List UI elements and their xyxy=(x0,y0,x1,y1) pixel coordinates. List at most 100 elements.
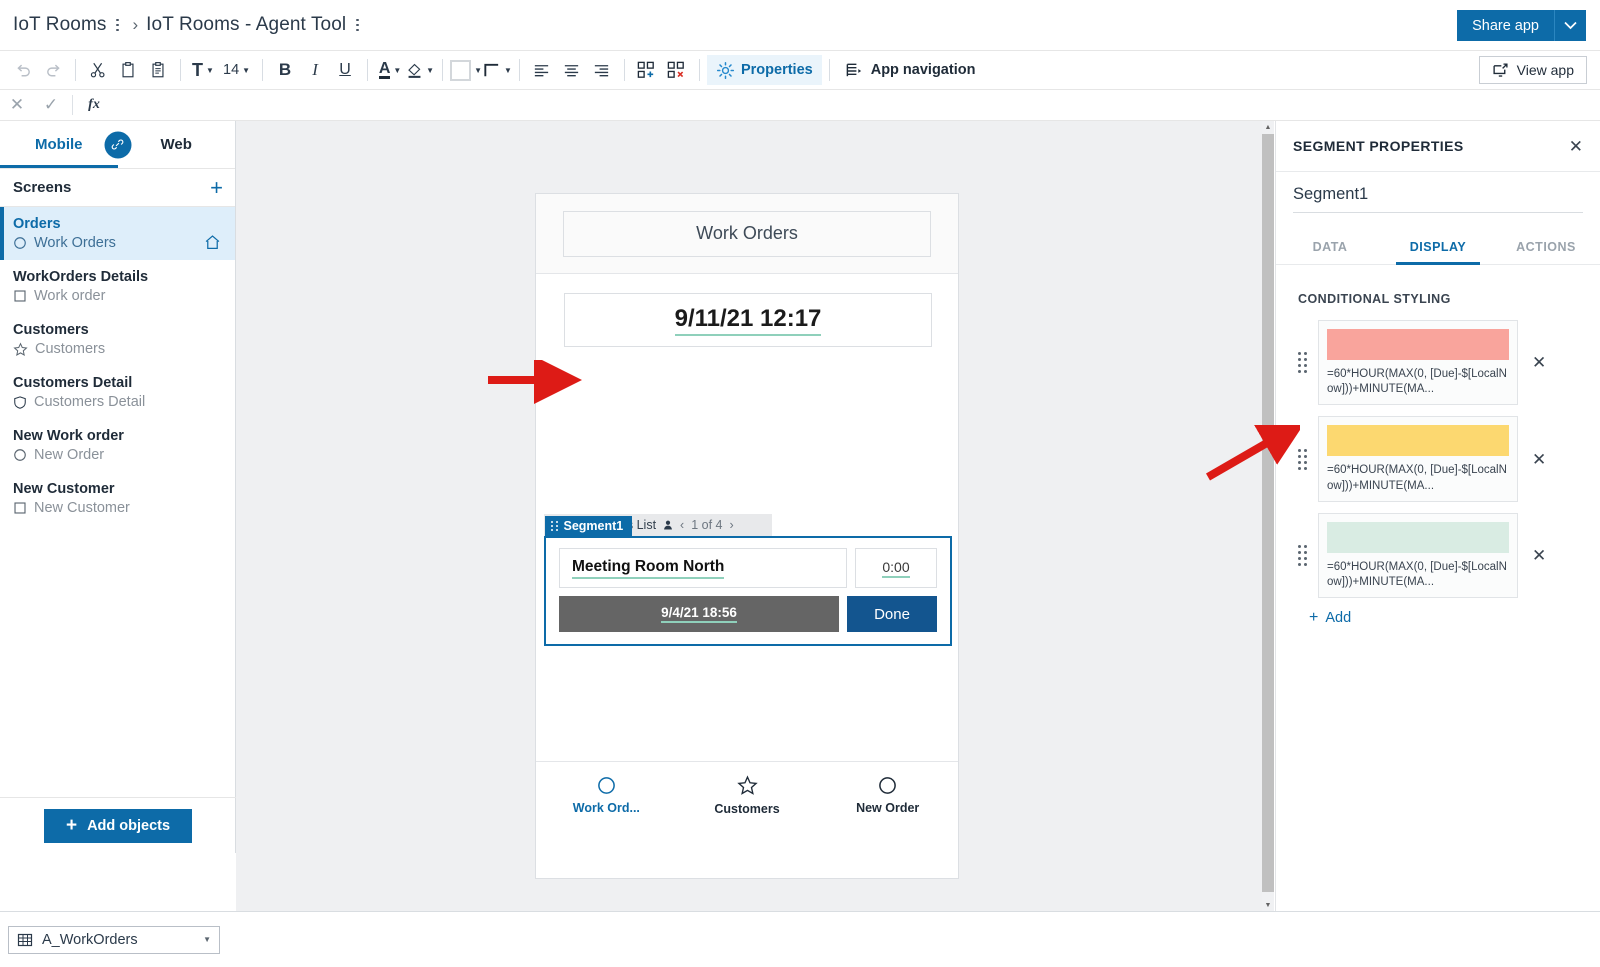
sidebar-item-customers-detail[interactable]: Customers Detail Customers Detail xyxy=(0,366,235,419)
sidebar-item-new-customer[interactable]: New Customer New Customer xyxy=(0,472,235,525)
breadcrumb-app-menu-icon[interactable] xyxy=(108,13,126,37)
plus-icon: + xyxy=(65,815,78,836)
align-center-button[interactable] xyxy=(557,55,587,85)
segment-drag-handle[interactable] xyxy=(551,521,558,531)
cut-button[interactable] xyxy=(83,55,113,85)
gallery-prev-button[interactable]: ‹ xyxy=(680,518,684,532)
tab-web[interactable]: Web xyxy=(118,121,236,168)
scrollbar-thumb[interactable] xyxy=(1262,134,1274,892)
redo-button[interactable] xyxy=(38,55,68,85)
segment-selection-tag[interactable]: Segment1 xyxy=(545,516,633,536)
rule-color-swatch[interactable] xyxy=(1327,521,1509,553)
component-name-input[interactable] xyxy=(1293,185,1583,213)
rule-color-swatch[interactable] xyxy=(1327,425,1509,457)
screens-title: Screens xyxy=(13,179,72,196)
font-size-button[interactable]: 14 ▼ xyxy=(218,55,255,85)
formula-cancel-icon[interactable]: ✕ xyxy=(0,90,34,120)
screens-list: Orders Work Orders WorkOrders Details Wo… xyxy=(0,207,235,525)
fill-color-button[interactable]: ▼ xyxy=(405,55,435,85)
paste-button[interactable] xyxy=(143,55,173,85)
date-display-field[interactable]: 9/11/21 12:17 xyxy=(564,293,932,347)
bold-button[interactable]: B xyxy=(270,55,300,85)
phone-tab-customers[interactable]: Customers xyxy=(677,775,818,816)
segment-properties-panel: SEGMENT PROPERTIES ✕ DATA DISPLAY ACTION… xyxy=(1275,121,1600,911)
rule-drag-handle[interactable] xyxy=(1298,544,1307,566)
room-name-field[interactable]: Meeting Room North xyxy=(559,548,847,588)
sidebar-item-new-work-order[interactable]: New Work order New Order xyxy=(0,419,235,472)
remove-rule-icon[interactable]: ✕ xyxy=(1532,547,1546,564)
underline-label: U xyxy=(339,61,351,78)
rule-drag-handle[interactable] xyxy=(1298,352,1307,374)
toolbar-divider xyxy=(623,59,625,81)
remove-rule-icon[interactable]: ✕ xyxy=(1532,451,1546,468)
tab-actions[interactable]: ACTIONS xyxy=(1492,231,1600,264)
chevron-down-icon: ▼ xyxy=(242,65,251,75)
conditional-rule-card[interactable]: =60*HOUR(MAX(0, [Due]-$[LocalNow]))+MINU… xyxy=(1318,416,1518,502)
border-style-button[interactable]: ▼ xyxy=(482,55,512,85)
undo-button[interactable] xyxy=(8,55,38,85)
gallery-next-button[interactable]: › xyxy=(730,518,734,532)
link-platforms-button[interactable] xyxy=(104,131,131,158)
data-source-select[interactable]: A_WorkOrders ▼ xyxy=(8,925,220,954)
phone-tab-label: Work Ord... xyxy=(572,801,640,815)
italic-button[interactable]: I xyxy=(300,55,330,85)
app-navigation-button[interactable]: App navigation xyxy=(837,55,984,85)
breadcrumb-page-name[interactable]: IoT Rooms - Agent Tool xyxy=(146,14,346,36)
breadcrumb-separator: › xyxy=(132,15,139,34)
delete-component-button[interactable] xyxy=(662,55,692,85)
breadcrumb-app-name[interactable]: IoT Rooms xyxy=(13,14,106,36)
tab-display[interactable]: DISPLAY xyxy=(1384,231,1492,265)
sidebar-item-orders[interactable]: Orders Work Orders xyxy=(0,207,235,260)
home-glyph xyxy=(205,235,220,249)
bottom-status-bar: A_WorkOrders ▼ xyxy=(0,911,1600,967)
gallery-pager: ‹ 1 of 4 › xyxy=(680,518,734,532)
add-rule-button[interactable]: + Add xyxy=(1276,610,1600,627)
breadcrumb-page-menu-icon[interactable] xyxy=(348,13,366,37)
add-component-icon xyxy=(638,61,655,78)
conditional-rule-card[interactable]: =60*HOUR(MAX(0, [Due]-$[LocalNow]))+MINU… xyxy=(1318,512,1518,599)
chevron-down-icon[interactable]: ▼ xyxy=(203,935,211,944)
close-icon[interactable]: ✕ xyxy=(1569,138,1583,155)
border-color-button[interactable]: ▼ xyxy=(450,55,482,85)
view-app-button[interactable]: View app xyxy=(1478,56,1587,84)
add-component-button[interactable] xyxy=(632,55,662,85)
align-left-button[interactable] xyxy=(527,55,557,85)
formula-accept-icon[interactable]: ✓ xyxy=(34,90,68,120)
align-right-button[interactable] xyxy=(587,55,617,85)
fx-icon[interactable]: fx xyxy=(77,90,111,120)
sidebar-item-customers[interactable]: Customers Customers xyxy=(0,313,235,366)
phone-tab-label: Customers xyxy=(714,802,780,816)
formula-input[interactable] xyxy=(111,90,1600,120)
done-button[interactable]: Done xyxy=(847,596,937,632)
design-canvas[interactable]: Work Orders 9/11/21 12:17 Work Orders Li… xyxy=(236,121,1263,911)
sidebar-item-workorders-details[interactable]: WorkOrders Details Work order xyxy=(0,260,235,313)
font-family-button[interactable]: T ▼ xyxy=(188,55,218,85)
rule-drag-handle[interactable] xyxy=(1298,448,1307,470)
home-icon[interactable] xyxy=(204,234,221,256)
add-objects-button[interactable]: + Add objects xyxy=(43,808,193,843)
font-color-button[interactable]: A ▼ xyxy=(375,55,405,85)
scroll-down-icon[interactable]: ▼ xyxy=(1262,899,1274,911)
conditional-rule-row: =60*HOUR(MAX(0, [Due]-$[LocalNow]))+MINU… xyxy=(1276,512,1600,599)
canvas-vertical-scrollbar[interactable]: ▲ ▼ xyxy=(1262,121,1274,911)
phone-title-label[interactable]: Work Orders xyxy=(563,210,931,257)
remove-rule-icon[interactable]: ✕ xyxy=(1532,354,1546,371)
clipboard-icon xyxy=(122,62,134,78)
scroll-up-icon[interactable]: ▲ xyxy=(1262,121,1274,133)
elapsed-time-field[interactable]: 0:00 xyxy=(855,548,937,588)
phone-tab-work-orders[interactable]: Work Ord... xyxy=(536,776,677,815)
conditional-rule-card[interactable]: =60*HOUR(MAX(0, [Due]-$[LocalNow]))+MINU… xyxy=(1318,320,1518,406)
tab-mobile[interactable]: Mobile xyxy=(0,121,118,168)
underline-button[interactable]: U xyxy=(330,55,360,85)
copy-button[interactable] xyxy=(113,55,143,85)
share-app-dropdown-button[interactable] xyxy=(1554,10,1586,41)
add-screen-button[interactable]: + xyxy=(210,176,223,199)
properties-button[interactable]: Properties xyxy=(706,55,822,85)
share-app-button[interactable]: Share app xyxy=(1457,10,1554,41)
phone-tab-new-order[interactable]: New Order xyxy=(817,776,958,815)
conditional-rule-row: =60*HOUR(MAX(0, [Due]-$[LocalNow]))+MINU… xyxy=(1276,320,1600,406)
tab-data[interactable]: DATA xyxy=(1276,231,1384,264)
rule-color-swatch[interactable] xyxy=(1327,329,1509,360)
segment-selection-box[interactable]: Meeting Room North 0:00 9/4/21 18:56 Don… xyxy=(544,536,952,646)
due-date-bar[interactable]: 9/4/21 18:56 xyxy=(559,596,839,632)
